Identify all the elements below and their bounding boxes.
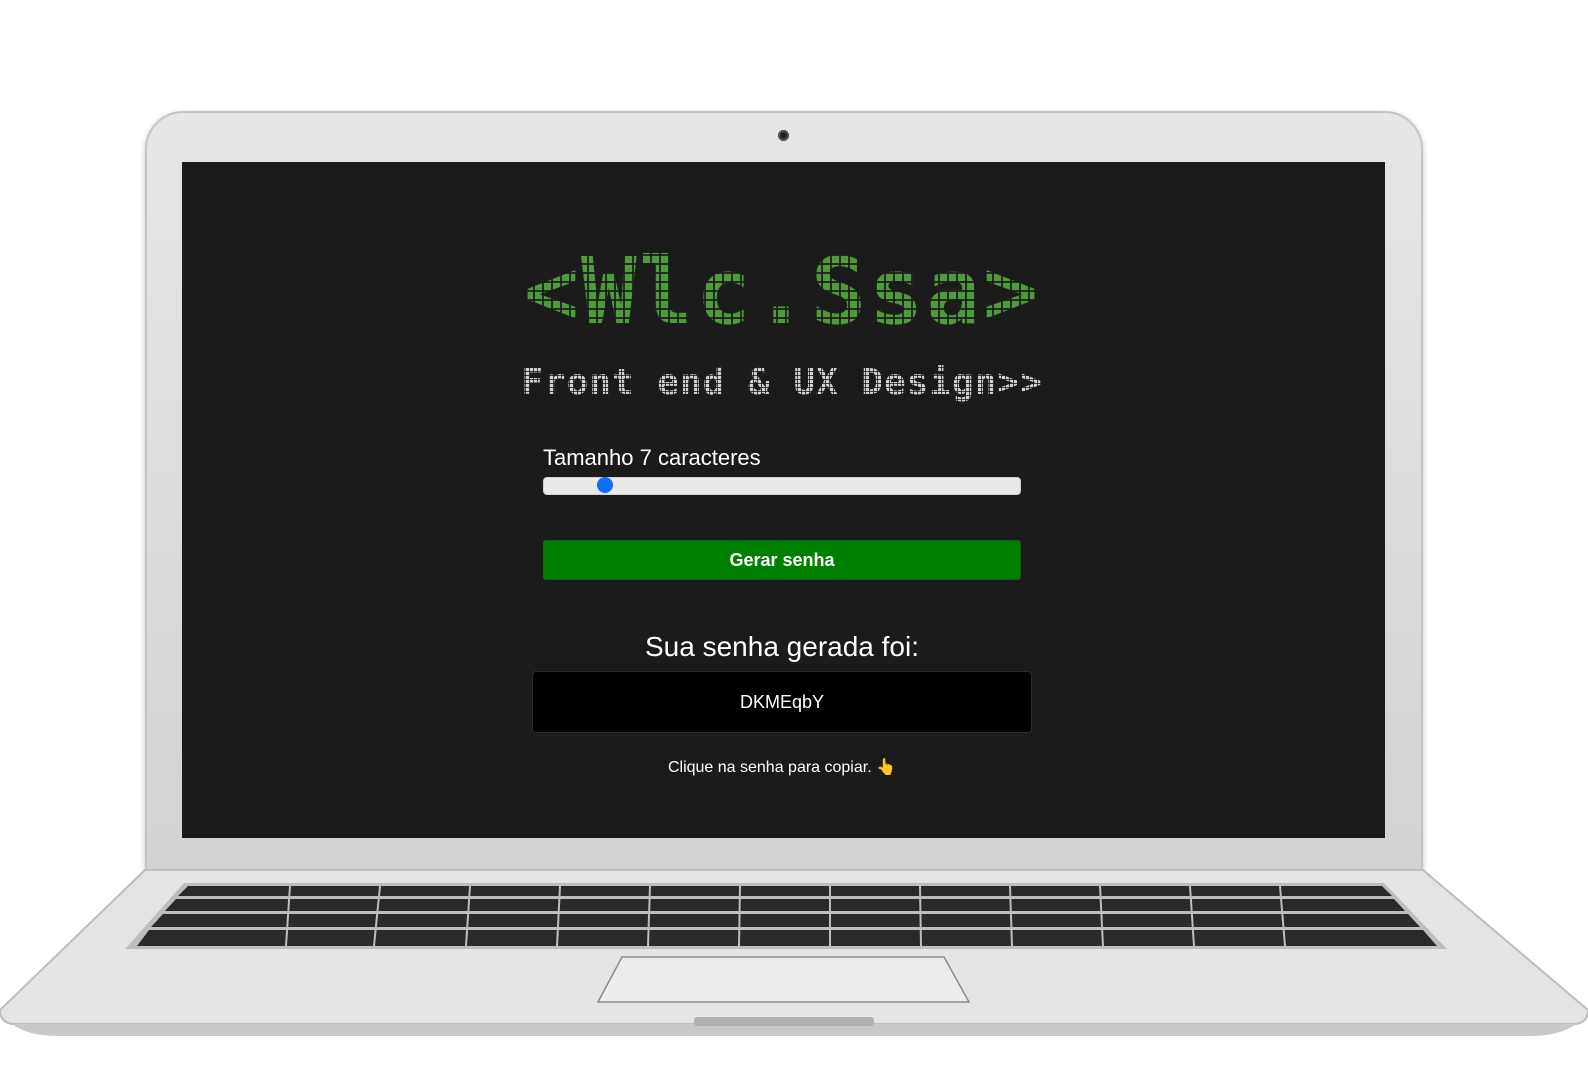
pointing-hand-icon: 👆 xyxy=(876,759,897,776)
logo: <Wlc.Ssa> xyxy=(482,238,1082,348)
length-label: Tamanho 7 caracteres xyxy=(543,445,761,470)
copy-tip: Clique na senha para copiar. 👆 xyxy=(532,758,1032,778)
length-slider[interactable] xyxy=(543,477,1021,495)
logo-subtitle: Front end & UX Design>> xyxy=(482,362,1082,404)
slider-thumb[interactable] xyxy=(596,477,613,493)
generated-password[interactable]: DKMEqbY xyxy=(532,671,1032,733)
laptop-screen: <Wlc.Ssa> Front end & UX Design>> Tamanh… xyxy=(182,162,1385,838)
logo-text: <Wlc.Ssa> xyxy=(523,238,1041,346)
generate-password-button[interactable]: Gerar senha xyxy=(543,540,1021,580)
webcam-icon xyxy=(778,130,789,141)
keyboard xyxy=(125,883,1447,949)
result-title: Sua senha gerada foi: xyxy=(645,631,919,662)
copy-tip-text: Clique na senha para copiar. xyxy=(667,759,872,776)
subtitle-text: Front end & UX Design>> xyxy=(521,362,1043,403)
